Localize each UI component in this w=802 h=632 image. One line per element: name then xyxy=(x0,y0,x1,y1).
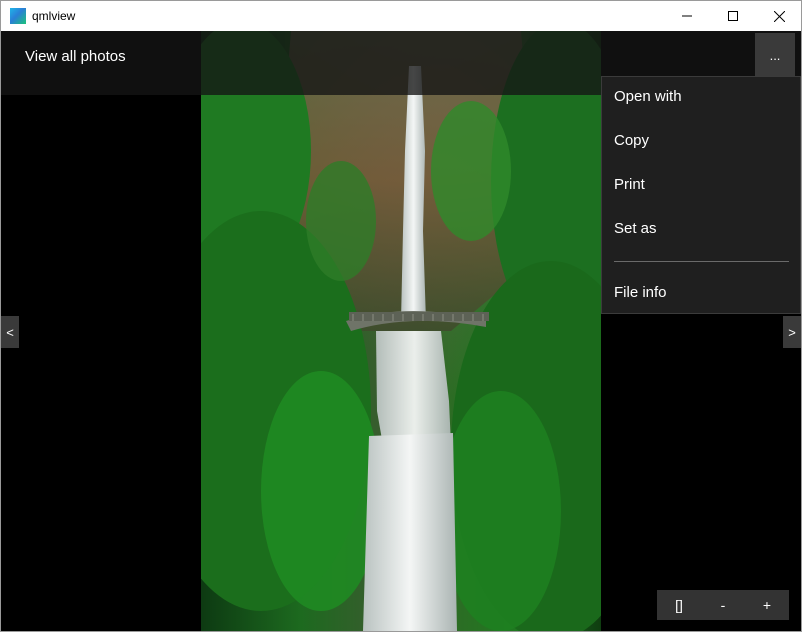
menu-item-open-with[interactable]: Open with xyxy=(602,79,800,115)
menu-item-set-as[interactable]: Set as xyxy=(602,211,800,247)
waterfall-photo xyxy=(201,31,601,631)
app-icon xyxy=(10,8,26,24)
menu-item-copy[interactable]: Copy xyxy=(602,123,800,159)
menu-separator xyxy=(614,261,789,262)
view-all-photos-link[interactable]: View all photos xyxy=(25,48,126,65)
app-window: qmlview View all photos ... Open with Co… xyxy=(0,0,802,632)
photo-image[interactable] xyxy=(201,31,601,631)
minimize-icon xyxy=(682,15,692,17)
zoom-toolbar: [] - + xyxy=(657,590,789,620)
menu-item-file-info[interactable]: File info xyxy=(602,275,800,311)
more-options-button[interactable]: ... xyxy=(755,33,795,77)
close-button[interactable] xyxy=(756,1,801,31)
zoom-in-button[interactable]: + xyxy=(745,590,789,620)
menu-item-print[interactable]: Print xyxy=(602,167,800,203)
title-bar[interactable]: qmlview xyxy=(1,1,801,31)
window-title: qmlview xyxy=(32,9,76,23)
viewer-area: View all photos ... Open with Copy Print… xyxy=(1,31,801,631)
minimize-button[interactable] xyxy=(664,1,710,31)
maximize-button[interactable] xyxy=(710,1,756,31)
previous-photo-button[interactable]: < xyxy=(1,316,19,348)
close-icon xyxy=(773,10,785,22)
next-photo-button[interactable]: > xyxy=(783,316,801,348)
zoom-out-button[interactable]: - xyxy=(701,590,745,620)
context-menu: Open with Copy Print Set as File info xyxy=(601,76,801,314)
maximize-icon xyxy=(728,11,738,21)
fit-to-window-button[interactable]: [] xyxy=(657,590,701,620)
